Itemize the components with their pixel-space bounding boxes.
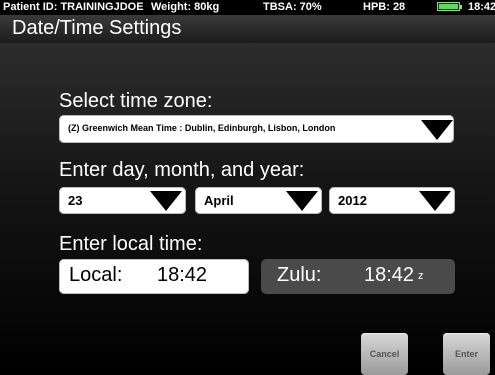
cancel-button[interactable]: Cancel xyxy=(361,333,408,375)
timezone-label: Select time zone: xyxy=(59,90,213,112)
year-value: 2012 xyxy=(338,193,367,208)
year-select[interactable]: 2012 xyxy=(329,187,455,214)
month-select[interactable]: April xyxy=(195,187,322,214)
chevron-down-icon xyxy=(419,191,451,211)
battery-icon xyxy=(437,2,462,11)
timezone-value: (Z) Greenwich Mean Time : Dublin, Edinbu… xyxy=(68,123,336,133)
zulu-suffix: z xyxy=(418,270,424,282)
zulu-time-label: Zulu: xyxy=(277,264,322,286)
date-label: Enter day, month, and year: xyxy=(59,159,305,181)
local-time-value: 18:42 xyxy=(157,264,208,286)
chevron-down-icon xyxy=(286,191,318,211)
day-value: 23 xyxy=(68,193,83,208)
page-title: Date/Time Settings xyxy=(12,17,182,39)
enter-button[interactable]: Enter xyxy=(443,333,490,375)
tbsa: TBSA: 70% xyxy=(263,1,322,13)
local-time-field[interactable]: Local: 18:42 xyxy=(59,259,249,294)
month-value: April xyxy=(204,193,234,208)
patient-id: Patient ID: TRAININGJDOE xyxy=(3,1,144,13)
status-bar: Patient ID: TRAININGJDOE Weight: 80kg TB… xyxy=(0,0,495,14)
local-time-label: Local: xyxy=(69,264,123,286)
battery-level xyxy=(439,4,458,9)
header: Date/Time Settings xyxy=(0,15,495,43)
settings-panel: Select time zone: (Z) Greenwich Mean Tim… xyxy=(0,43,495,375)
hpb: HPB: 28 xyxy=(363,1,406,13)
chevron-down-icon xyxy=(150,191,182,211)
day-select[interactable]: 23 xyxy=(59,187,186,214)
weight: Weight: 80kg xyxy=(151,1,220,13)
zulu-time-value: 18:42 xyxy=(364,264,415,286)
zulu-time-field: Zulu: 18:42 z xyxy=(261,259,455,294)
chevron-down-icon xyxy=(421,120,453,140)
time-label: Enter local time: xyxy=(59,233,203,255)
timezone-select[interactable]: (Z) Greenwich Mean Time : Dublin, Edinbu… xyxy=(59,115,454,143)
clock: 18:42 xyxy=(468,1,495,13)
